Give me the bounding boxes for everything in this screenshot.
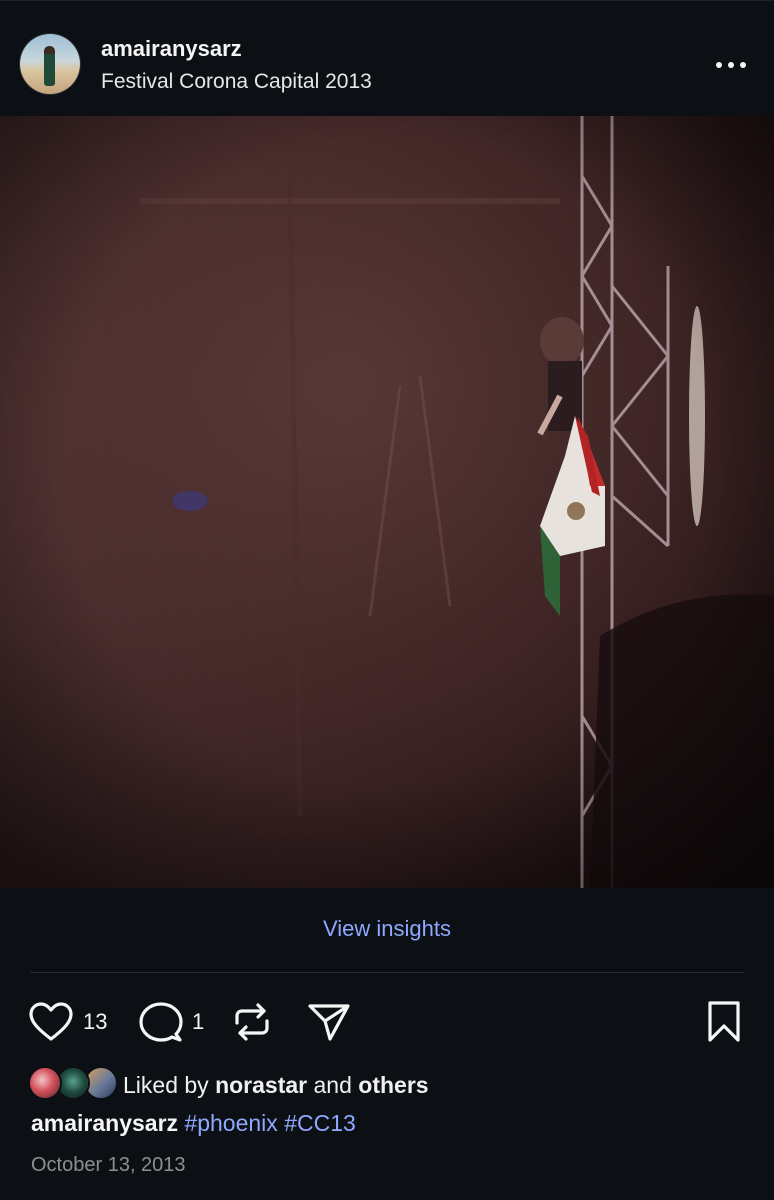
post-photo[interactable]	[0, 116, 774, 888]
send-icon[interactable]	[306, 1001, 352, 1043]
liked-by-prefix: Liked by	[123, 1072, 209, 1098]
liked-by-others[interactable]: others	[358, 1072, 428, 1098]
liker-avatar	[58, 1068, 88, 1098]
liked-by-user[interactable]: norastar	[215, 1072, 307, 1098]
hashtag[interactable]: #phoenix	[184, 1110, 277, 1136]
liked-by-connector: and	[313, 1072, 352, 1098]
profile-avatar[interactable]	[20, 34, 80, 94]
concert-photo-image	[0, 116, 774, 888]
post-caption: amairanysarz #phoenix #CC13	[31, 1110, 356, 1137]
view-insights-link[interactable]: View insights	[0, 916, 774, 942]
like-count[interactable]: 13	[83, 1009, 107, 1035]
action-bar: 13 1	[0, 995, 774, 1047]
post-header: amairanysarz Festival Corona Capital 201…	[0, 14, 774, 114]
more-options-icon[interactable]	[714, 60, 748, 70]
liker-avatar	[86, 1068, 116, 1098]
caption-username[interactable]: amairanysarz	[31, 1110, 178, 1136]
hashtag[interactable]: #CC13	[284, 1110, 356, 1136]
post-location[interactable]: Festival Corona Capital 2013	[101, 70, 372, 94]
comment-bubble-icon[interactable]	[139, 1001, 183, 1043]
top-border	[0, 0, 774, 1]
repost-icon[interactable]	[232, 1001, 272, 1043]
bookmark-icon[interactable]	[706, 1000, 742, 1044]
liked-by-row[interactable]: Liked by norastar and others	[30, 1066, 750, 1102]
liked-by-text: Liked by norastar and others	[123, 1072, 429, 1099]
divider	[30, 972, 745, 973]
avatar-figure	[44, 46, 55, 86]
liker-avatar	[30, 1068, 60, 1098]
post-date: October 13, 2013	[31, 1154, 186, 1176]
post-username[interactable]: amairanysarz	[101, 36, 242, 62]
comment-count[interactable]: 1	[192, 1009, 204, 1035]
heart-icon[interactable]	[28, 1001, 74, 1043]
